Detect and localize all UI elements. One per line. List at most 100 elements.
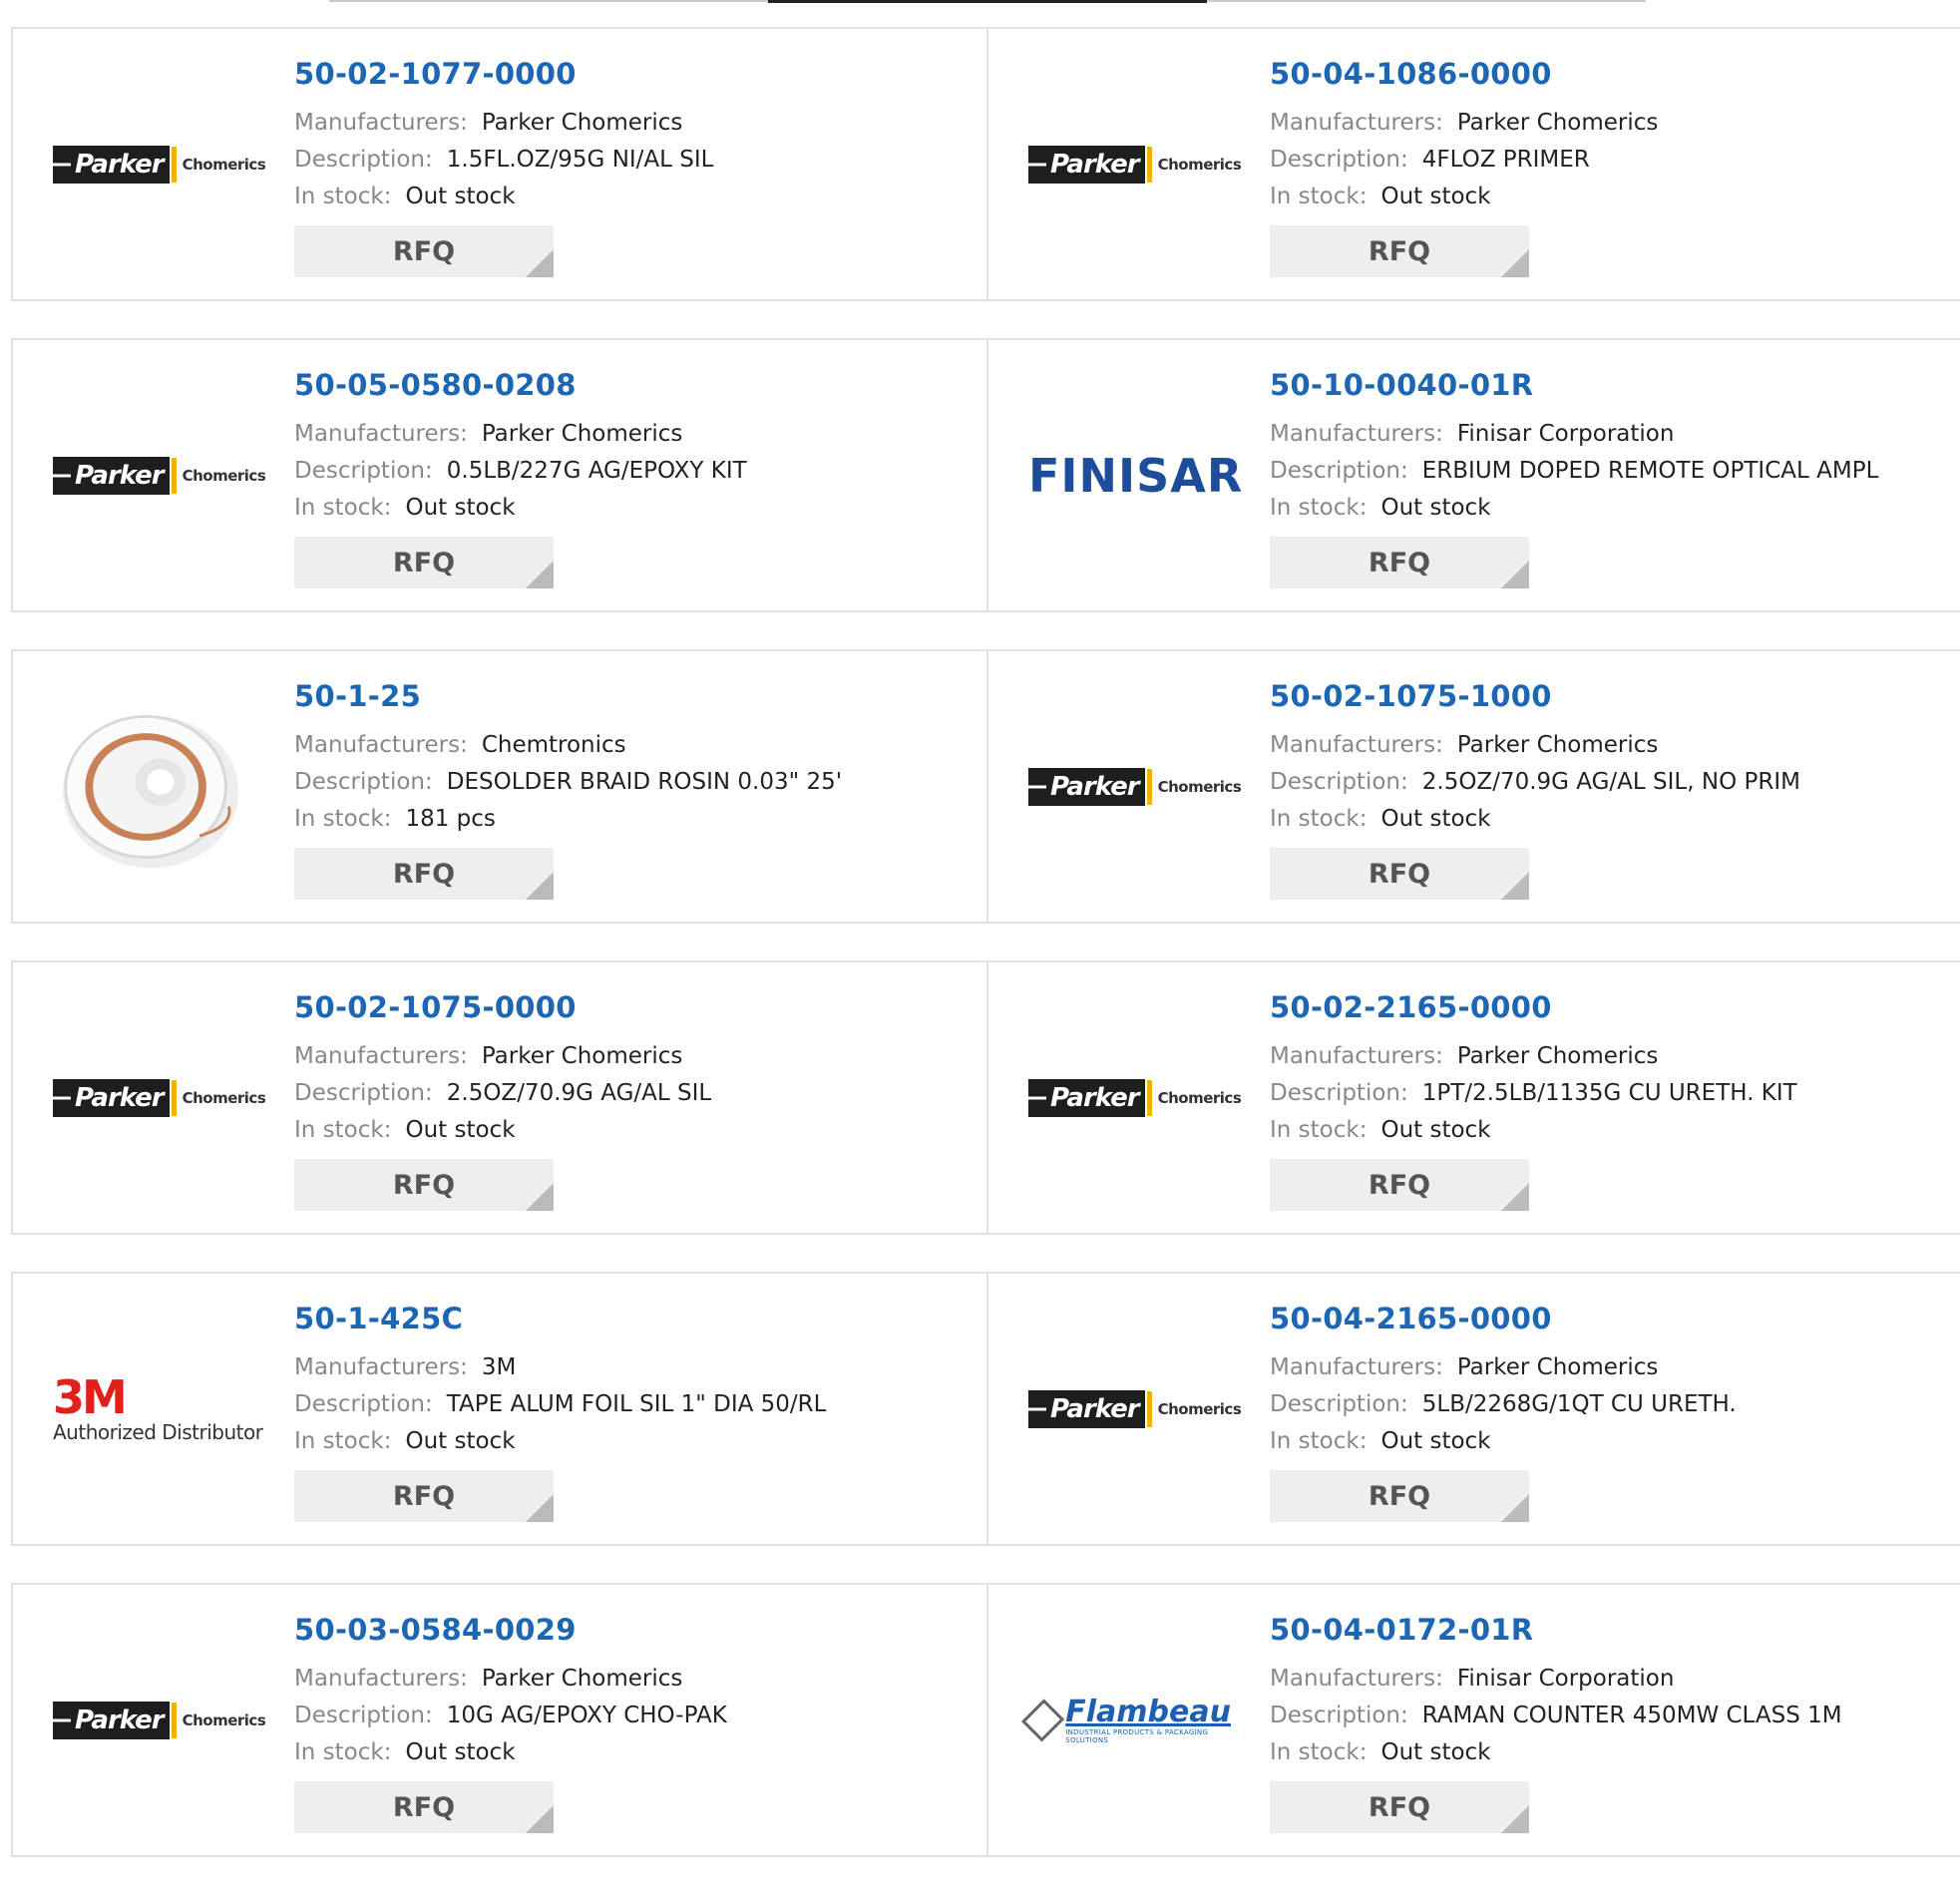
in-stock-label: In stock:: [294, 1739, 392, 1765]
manufacturer-value: Finisar Corporation: [1456, 1666, 1675, 1692]
description-label: Description:: [294, 1391, 433, 1417]
rfq-button[interactable]: RFQ: [294, 1159, 554, 1211]
part-number-link[interactable]: 50-04-2165-0000: [1270, 1302, 1737, 1335]
product-row: Parker Chomerics 50-03-0584-0029 Manufact…: [11, 1583, 1960, 1857]
product-card: Parker Chomerics 50-02-2165-0000 Manufact…: [986, 962, 1960, 1233]
rfq-button[interactable]: RFQ: [294, 1470, 554, 1522]
manufacturers-label: Manufacturers:: [1270, 732, 1443, 758]
product-info: 50-1-425C Manufacturers: 3M Description: T…: [294, 1302, 826, 1522]
active-tab-indicator: [768, 0, 1207, 3]
description-row: Description: 2.5OZ/70.9G AG/AL SIL, NO PR…: [1270, 764, 1800, 801]
parker-logo-word: Parker: [53, 1701, 170, 1739]
part-number-link[interactable]: 50-04-0172-01R: [1270, 1613, 1842, 1647]
rfq-button[interactable]: RFQ: [294, 537, 554, 588]
rfq-button[interactable]: RFQ: [1270, 225, 1529, 277]
stock-value: Out stock: [1380, 1428, 1491, 1454]
in-stock-label: In stock:: [294, 184, 392, 209]
product-info: 50-03-0584-0029 Manufacturers: Parker Cho…: [294, 1613, 727, 1833]
rfq-button[interactable]: RFQ: [1270, 1470, 1529, 1522]
3m-logo: 3M Authorized Distributor: [53, 1369, 263, 1444]
stock-value: Out stock: [405, 184, 516, 209]
part-number-link[interactable]: 50-04-1086-0000: [1270, 57, 1658, 91]
flambeau-logo-sub: INDUSTRIAL PRODUCTS & PACKAGING SOLUTION…: [1065, 1727, 1209, 1744]
stock-value: Out stock: [1380, 806, 1491, 832]
flambeau-logo-word: Flambeau: [1065, 1694, 1231, 1729]
manufacturers-label: Manufacturers:: [294, 1043, 468, 1069]
description-row: Description: 1PT/2.5LB/1135G CU URETH. KI…: [1270, 1075, 1797, 1112]
rfq-button[interactable]: RFQ: [1270, 848, 1529, 900]
manufacturer-logo[interactable]: Parker Chomerics: [1028, 732, 1242, 842]
manufacturer-logo[interactable]: Parker Chomerics: [53, 110, 266, 219]
manufacturer-logo[interactable]: Parker Chomerics: [53, 1666, 266, 1775]
description-label: Description:: [294, 1080, 433, 1106]
product-card: 50-1-25 Manufacturers: Chemtronics Descri…: [13, 651, 986, 922]
part-number-link[interactable]: 50-02-2165-0000: [1270, 990, 1797, 1024]
description-value: TAPE ALUM FOIL SIL 1" DIA 50/RL: [446, 1391, 827, 1417]
description-value: 0.5LB/227G AG/EPOXY KIT: [446, 458, 747, 484]
stock-value: 181 pcs: [405, 806, 496, 832]
part-number-link[interactable]: 50-03-0584-0029: [294, 1613, 727, 1647]
part-number-link[interactable]: 50-02-1075-0000: [294, 990, 711, 1024]
stock-value: Out stock: [1380, 1117, 1491, 1143]
manufacturer-row: Manufacturers: 3M: [294, 1349, 826, 1386]
manufacturer-logo[interactable]: Parker Chomerics: [1028, 110, 1242, 219]
part-number-link[interactable]: 50-05-0580-0208: [294, 368, 747, 402]
description-value: 4FLOZ PRIMER: [1421, 147, 1590, 173]
parker-logo-bar: [1146, 768, 1152, 805]
parker-logo: Parker Chomerics: [53, 145, 266, 184]
manufacturer-logo[interactable]: Parker Chomerics: [53, 421, 266, 531]
manufacturer-logo[interactable]: Parker Chomerics: [1028, 1354, 1242, 1464]
parker-logo-bar: [1146, 146, 1152, 183]
part-number-link[interactable]: 50-1-425C: [294, 1302, 826, 1335]
part-number-link[interactable]: 50-1-25: [294, 679, 842, 713]
in-stock-label: In stock:: [294, 1117, 392, 1143]
stock-value: Out stock: [1380, 495, 1491, 521]
manufacturer-logo[interactable]: [53, 714, 252, 868]
description-row: Description: 1.5FL.OZ/95G NI/AL SIL: [294, 142, 713, 179]
parker-logo-word: Parker: [1028, 1389, 1145, 1428]
rfq-button[interactable]: RFQ: [1270, 537, 1529, 588]
manufacturer-logo[interactable]: Flambeau INDUSTRIAL PRODUCTS & PACKAGING …: [1020, 1666, 1231, 1775]
rfq-button[interactable]: RFQ: [294, 225, 554, 277]
stock-value: Out stock: [405, 1428, 516, 1454]
stock-row: In stock: Out stock: [294, 1112, 711, 1149]
parker-logo-word: Parker: [53, 456, 170, 495]
manufacturer-logo[interactable]: 3M Authorized Distributor: [53, 1354, 263, 1464]
manufacturer-value: Finisar Corporation: [1456, 421, 1675, 447]
description-row: Description: RAMAN COUNTER 450MW CLASS 1M: [1270, 1698, 1842, 1734]
manufacturer-row: Manufacturers: Parker Chomerics: [294, 1038, 711, 1075]
description-value: RAMAN COUNTER 450MW CLASS 1M: [1421, 1703, 1842, 1728]
in-stock-label: In stock:: [1270, 1117, 1368, 1143]
stock-value: Out stock: [405, 1739, 516, 1765]
parker-logo-word: Parker: [1028, 1078, 1145, 1117]
stock-row: In stock: Out stock: [1270, 801, 1800, 838]
manufacturers-label: Manufacturers:: [1270, 1354, 1443, 1380]
part-number-link[interactable]: 50-02-1077-0000: [294, 57, 713, 91]
description-label: Description:: [294, 147, 433, 173]
rfq-button[interactable]: RFQ: [294, 848, 554, 900]
manufacturers-label: Manufacturers:: [294, 110, 468, 136]
rfq-button[interactable]: RFQ: [294, 1781, 554, 1833]
in-stock-label: In stock:: [1270, 184, 1368, 209]
rfq-button[interactable]: RFQ: [1270, 1159, 1529, 1211]
stock-row: In stock: Out stock: [1270, 179, 1658, 215]
manufacturer-logo[interactable]: FINISAR: [1028, 421, 1242, 531]
product-card: Parker Chomerics 50-02-1077-0000 Manufact…: [13, 29, 986, 299]
rfq-button[interactable]: RFQ: [1270, 1781, 1529, 1833]
manufacturer-logo[interactable]: Parker Chomerics: [53, 1043, 266, 1153]
parker-logo: Parker Chomerics: [1028, 145, 1242, 184]
product-info: 50-02-1075-0000 Manufacturers: Parker Cho…: [294, 990, 711, 1211]
manufacturer-logo[interactable]: Parker Chomerics: [1028, 1043, 1242, 1153]
manufacturer-row: Manufacturers: Parker Chomerics: [1270, 1349, 1737, 1386]
description-value: 1PT/2.5LB/1135G CU URETH. KIT: [1421, 1080, 1797, 1106]
part-number-link[interactable]: 50-10-0040-01R: [1270, 368, 1878, 402]
part-number-link[interactable]: 50-02-1075-1000: [1270, 679, 1800, 713]
description-value: ERBIUM DOPED REMOTE OPTICAL AMPL: [1421, 458, 1879, 484]
product-card: Parker Chomerics 50-03-0584-0029 Manufact…: [13, 1585, 986, 1855]
product-card: FINISAR 50-10-0040-01R Manufacturers: Fin…: [986, 340, 1960, 610]
manufacturer-row: Manufacturers: Parker Chomerics: [294, 105, 713, 142]
in-stock-label: In stock:: [1270, 495, 1368, 521]
manufacturer-row: Manufacturers: Parker Chomerics: [294, 1661, 727, 1698]
product-grid: Parker Chomerics 50-02-1077-0000 Manufact…: [11, 27, 1960, 1894]
3m-logo-word: 3M: [53, 1369, 128, 1424]
